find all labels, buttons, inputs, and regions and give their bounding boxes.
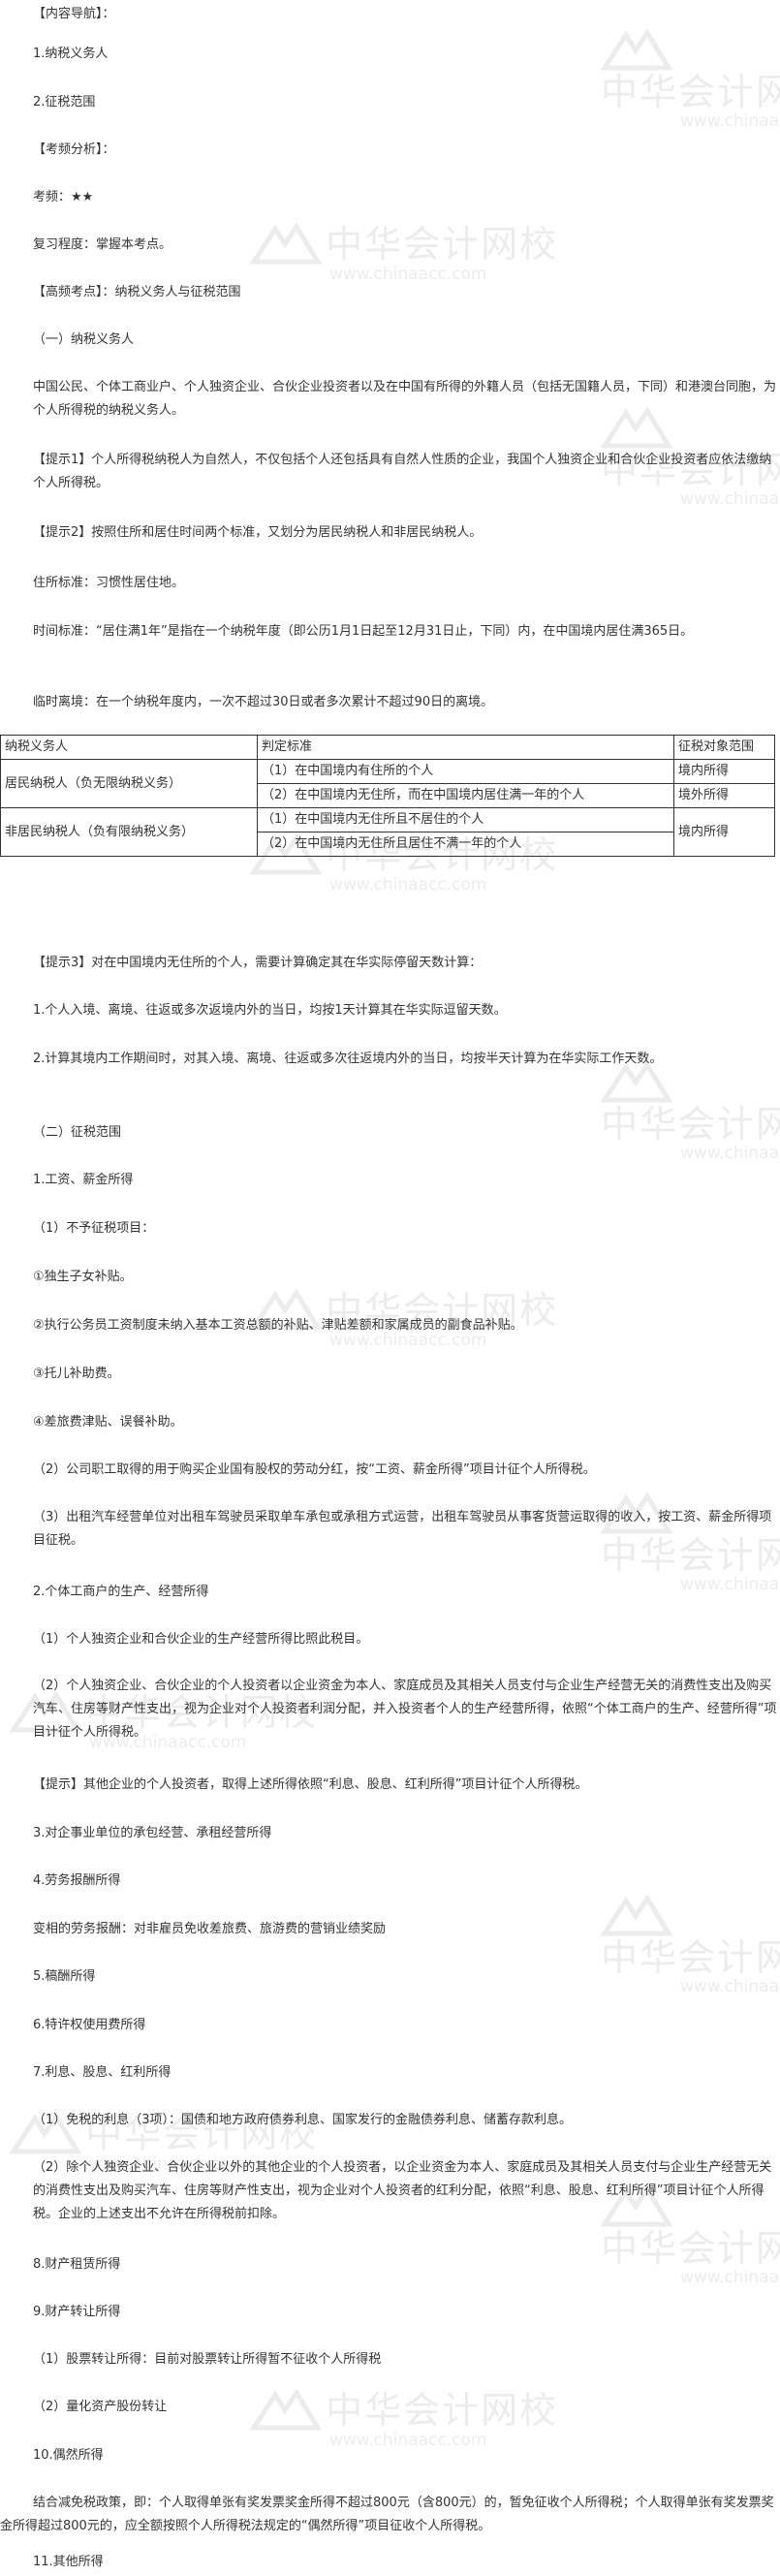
section-label: 【内容导航】： xyxy=(33,7,115,21)
paragraph: （2）除个人独资企业、合伙企业以外的其他企业的个人投资者，以企业资金为本人、家庭… xyxy=(33,2160,772,2221)
item-heading: 6.特许权使用费所得 xyxy=(33,2018,146,2032)
subsection-heading: （一）纳税义务人 xyxy=(33,332,135,347)
frequency-rating: 考频：★★ xyxy=(33,190,94,204)
paragraph: 1.个人入境、离境、往返或多次返境内外的当日，均按1天计算其在华实际逗留天数。 xyxy=(33,1003,507,1018)
item-heading: 10.偶然所得 xyxy=(33,2448,104,2463)
tip-paragraph: 【提示1】个人所得税纳税人为自然人，不仅包括个人还包括具有自然人性质的企业，我国… xyxy=(33,453,772,490)
paragraph: （1）免税的利息（3项）：国债和地方政府债券利息、国家发行的金融债券利息、储蓄存… xyxy=(33,2113,573,2127)
paragraph: （1）不予征税项目： xyxy=(33,1221,155,1236)
table-cell: （1）在中国境内有住所的个人 xyxy=(257,759,674,784)
paragraph: （1）个人独资企业和合伙企业的生产经营所得比照此税目。 xyxy=(33,1632,369,1647)
review-level: 复习程度：掌握本考点。 xyxy=(33,237,172,252)
nav-item: 1.纳税义务人 xyxy=(33,47,109,61)
paragraph: （2）公司职工取得的用于购买企业国有股权的劳动分红，按“工资、薪金所得”项目计征… xyxy=(33,1462,596,1477)
paragraph: 变相的劳务报酬：对非雇员免收差旅费、旅游费的营销业绩奖励 xyxy=(33,1922,387,1936)
nav-item: 2.征税范围 xyxy=(33,95,96,110)
table-row: 居民纳税人（负无限纳税义务） （1）在中国境内有住所的个人 境内所得 xyxy=(0,759,775,808)
item-heading: 7.利息、股息、红利所得 xyxy=(33,2065,172,2080)
paragraph: （3）出租汽车经营单位对出租车驾驶员采取单车承包或承租方式运营，出租车驾驶员从事… xyxy=(33,1510,772,1548)
article-content: 【内容导航】： 1.纳税义务人 2.征税范围 【考频分析】： 考频：★★ 复习程… xyxy=(0,0,780,2576)
table-cell: 居民纳税人（负无限纳税义务） xyxy=(0,759,258,808)
table-cell: 境内所得 xyxy=(673,759,775,784)
tip-paragraph: 【提示3】对在中国境内无住所的个人，需要计算确定其在华实际停留天数计算： xyxy=(33,956,483,970)
paragraph: （2）个人独资企业、合伙企业的个人投资者以企业资金为本人、家庭成员及其相关人员支… xyxy=(33,1679,777,1740)
tip-paragraph: 【提示2】按照住所和居住时间两个标准，又划分为居民纳税人和非居民纳税人。 xyxy=(33,525,483,540)
section-label: 【高频考点】：纳税义务人与征税范围 xyxy=(33,285,241,299)
table-cell: 境外所得 xyxy=(673,783,775,808)
table-cell: （2）在中国境内无住所，而在中国境内居住满一年的个人 xyxy=(257,783,674,808)
table-header: 纳税义务人 xyxy=(0,735,258,760)
item-heading: 9.财产转让所得 xyxy=(33,2305,121,2319)
item-heading: 3.对企事业单位的承包经营、承租经营所得 xyxy=(33,1826,272,1840)
item-heading: 8.财产租赁所得 xyxy=(33,2257,121,2272)
list-item: ③托儿补助费。 xyxy=(33,1367,120,1381)
paragraph: 住所标准：习惯性居住地。 xyxy=(33,576,185,590)
list-item: ①独生子女补贴。 xyxy=(33,1270,133,1284)
table-cell: 非居民纳税人（负有限纳税义务） xyxy=(0,807,258,857)
taxpayer-table: 纳税义务人 判定标准 征税对象范围 居民纳税人（负无限纳税义务） （1）在中国境… xyxy=(0,735,775,857)
paragraph: （1）股票转让所得：目前对股票转让所得暂不征收个人所得税 xyxy=(33,2352,382,2367)
paragraph: 中国公民、个体工商业户、个人独资企业、合伙企业投资者以及在中国有所得的外籍人员（… xyxy=(33,380,777,418)
list-item: ④差旅费津贴、误餐补助。 xyxy=(33,1415,183,1429)
table-header: 判定标准 xyxy=(257,735,674,760)
item-heading: 2.个体工商户的生产、经营所得 xyxy=(33,1585,209,1599)
subsection-heading: （二）征税范围 xyxy=(33,1125,122,1140)
table-row: 非居民纳税人（负有限纳税义务） （1）在中国境内无住所且不居住的个人 境内所得 xyxy=(0,807,775,857)
item-heading: 1.工资、薪金所得 xyxy=(33,1173,134,1187)
item-heading: 4.劳务报酬所得 xyxy=(33,1873,121,1888)
table-cell: （1）在中国境内无住所且不居住的个人 xyxy=(257,807,674,832)
article-page: 中华会计网校 www.chinaacc.com 中华会计网校 www.china… xyxy=(0,0,780,2576)
paragraph: （2）量化资产股份转让 xyxy=(33,2400,168,2414)
paragraph: 2.计算其境内工作期间时，对其入境、离境、往返或多次往返境内外的当日，均按半天计… xyxy=(33,1052,663,1066)
table-header-row: 纳税义务人 判定标准 征税对象范围 xyxy=(0,735,775,760)
paragraph: 临时离境：在一个纳税年度内，一次不超过30日或者多次累计不超过90日的离境。 xyxy=(33,695,494,709)
section-label: 【考频分析】： xyxy=(33,142,115,157)
table-cell: 境内所得 xyxy=(673,807,775,857)
table-header: 征税对象范围 xyxy=(673,735,775,760)
table-cell: （2）在中国境内无住所且居住不满一年的个人 xyxy=(257,832,674,857)
paragraph: 结合减免税政策，即：个人取得单张有奖发票奖金所得不超过800元（含800元）的，… xyxy=(0,2496,774,2533)
item-heading: 5.稿酬所得 xyxy=(33,1969,96,1984)
paragraph: 时间标准：“居住满1年”是指在一个纳税年度（即公历1月1日起至12月31日止，下… xyxy=(33,624,694,639)
list-item: ②执行公务员工资制度未纳入基本工资总额的补贴、津贴差额和家属成员的副食品补贴。 xyxy=(33,1318,523,1333)
tip-paragraph: 【提示】其他企业的个人投资者，取得上述所得依照“利息、股息、红利所得”项目计征个… xyxy=(33,1777,588,1792)
item-heading: 11.其他所得 xyxy=(33,2555,104,2569)
